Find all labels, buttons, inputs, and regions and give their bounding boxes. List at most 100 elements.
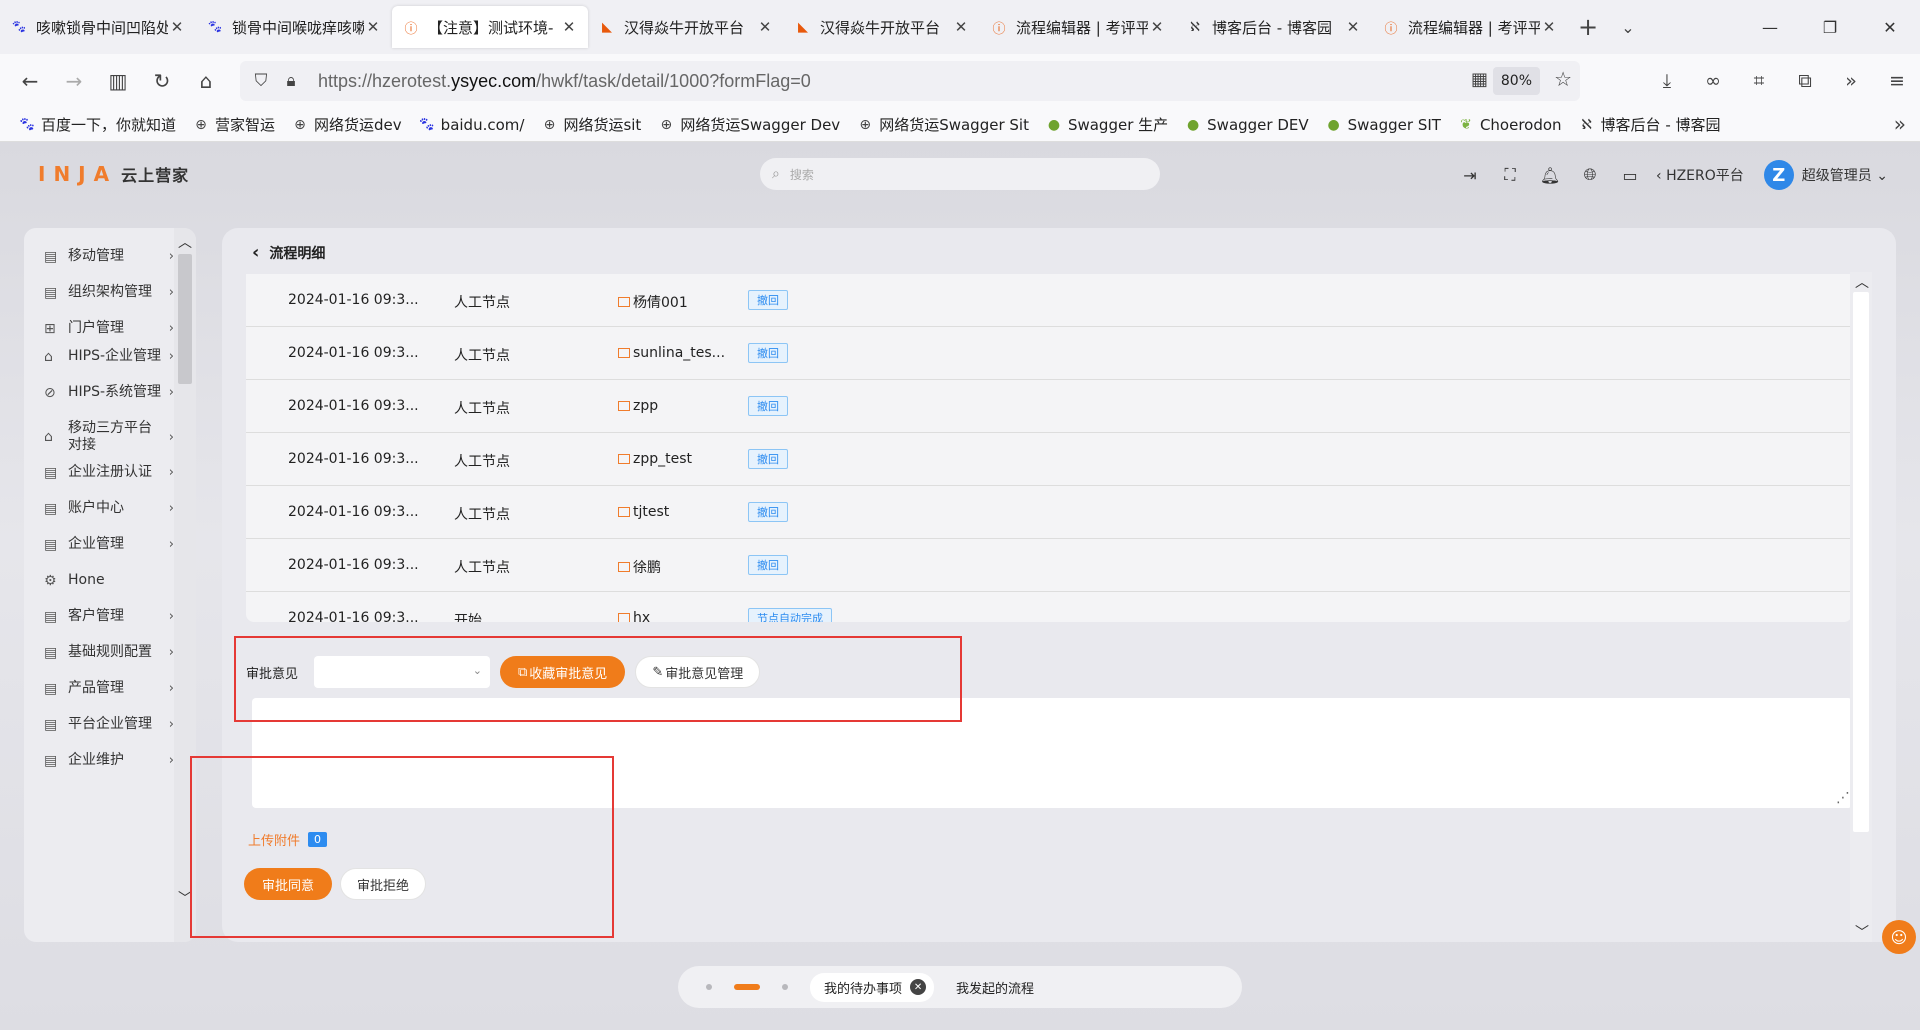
- close-tab-icon[interactable]: ✕: [560, 18, 578, 36]
- qr-code-icon[interactable]: ▦: [1471, 69, 1488, 90]
- page-dot[interactable]: [782, 984, 788, 990]
- extension-icon[interactable]: ⧉: [1782, 59, 1828, 103]
- sidebar-scroll-thumb[interactable]: [178, 254, 192, 384]
- menu-icon[interactable]: ≡: [1874, 59, 1920, 103]
- bookmark-item[interactable]: ● Swagger 生产: [1045, 114, 1168, 135]
- browser-tab[interactable]: ⓘ 流程编辑器 | 考评平 ✕: [1372, 6, 1568, 48]
- scroll-down-icon[interactable]: ﹀: [178, 888, 192, 908]
- user-menu[interactable]: 超级管理员 ⌄: [1802, 165, 1888, 185]
- language-globe-icon[interactable]: 🌐︎: [1570, 165, 1610, 185]
- browser-tab[interactable]: 🐾︎ 锁骨中间喉咙痒咳嗽 ✕: [196, 6, 392, 48]
- bookmark-item[interactable]: 🐾︎ 百度一下，你就知道: [18, 114, 176, 135]
- close-tab-icon[interactable]: ✕: [1148, 18, 1166, 36]
- home-icon[interactable]: ⌂: [184, 59, 228, 103]
- scroll-down-icon[interactable]: ﹀: [1855, 922, 1869, 942]
- sidebar-scrollbar[interactable]: ︿ ﹀: [174, 228, 196, 942]
- resize-grip-icon[interactable]: ⋰: [1836, 790, 1850, 806]
- tab-list-icon[interactable]: ⌄: [1608, 18, 1648, 37]
- approval-comment-textarea[interactable]: ⋰: [252, 698, 1852, 808]
- reload-icon[interactable]: ↻: [140, 59, 184, 103]
- close-icon[interactable]: ✕: [910, 979, 927, 995]
- content-scroll-thumb[interactable]: [1853, 292, 1869, 832]
- page-dot[interactable]: [706, 984, 712, 990]
- scroll-up-icon[interactable]: ︿: [178, 232, 192, 252]
- page-dot-active[interactable]: [734, 984, 760, 990]
- close-tab-icon[interactable]: ✕: [952, 18, 970, 36]
- bookmark-item[interactable]: ⊕ 网络货运dev: [291, 114, 402, 135]
- close-tab-icon[interactable]: ✕: [1540, 18, 1558, 36]
- bookmark-item[interactable]: ⊕ 网络货运Swagger Sit: [856, 114, 1029, 135]
- app-logo[interactable]: INJA 云上营家: [38, 162, 189, 186]
- sidebar-item[interactable]: ⚙ Hone: [44, 572, 174, 589]
- collect-opinion-button[interactable]: ⧉ 收藏审批意见: [500, 656, 626, 688]
- tab-my-started[interactable]: 我发起的流程: [956, 978, 1034, 997]
- sidebar-item[interactable]: ▤ 产品管理 ›: [44, 680, 174, 697]
- zoom-level[interactable]: 80%: [1492, 67, 1540, 95]
- upload-attachment[interactable]: 上传附件 0: [248, 830, 328, 849]
- browser-tab[interactable]: ⓘ 【注意】测试环境- ✕: [392, 6, 588, 48]
- sidebar-item[interactable]: ⊘ HIPS-系统管理 ›: [44, 384, 174, 401]
- forward-arrow-icon[interactable]: →: [52, 59, 96, 103]
- chat-assistant-icon[interactable]: ☺: [1882, 920, 1916, 954]
- avatar[interactable]: Z: [1763, 160, 1794, 190]
- browser-tab[interactable]: ◣ 汉得焱牛开放平台 ✕: [784, 6, 980, 48]
- browser-tab[interactable]: 🐾︎ 咳嗽锁骨中间凹陷处 ✕: [0, 6, 196, 48]
- more-bookmarks-icon[interactable]: »: [1894, 112, 1906, 136]
- back-arrow-icon[interactable]: ←: [8, 59, 52, 103]
- restore-icon[interactable]: ❐: [1800, 0, 1860, 54]
- sidebar-item[interactable]: ⊞ 门户管理 ›: [44, 320, 174, 337]
- url-bar[interactable]: ⛉ 🔒︎ https://hzerotest.ysyec.com/hwkf/ta…: [240, 61, 1580, 101]
- sidebar-item[interactable]: ▤ 企业维护 ›: [44, 752, 174, 769]
- approve-button[interactable]: 审批同意: [244, 868, 333, 900]
- browser-tab[interactable]: ◣ 汉得焱牛开放平台 ✕: [588, 6, 784, 48]
- bookmark-star-icon[interactable]: ☆: [1554, 67, 1572, 91]
- overflow-chevron-icon[interactable]: »: [1828, 59, 1874, 103]
- sidebar-item[interactable]: ▤ 移动管理 ›: [44, 248, 174, 265]
- back-chevron-icon[interactable]: ‹: [252, 242, 259, 263]
- bookmark-item[interactable]: ❦ Choerodon: [1457, 116, 1561, 134]
- fullscreen-icon[interactable]: ⛶: [1490, 165, 1530, 185]
- tab-my-todo[interactable]: 我的待办事项 ✕: [810, 972, 935, 1002]
- minimize-icon[interactable]: —: [1740, 0, 1800, 54]
- opinion-select[interactable]: ⌄: [314, 656, 490, 688]
- wallet-icon[interactable]: ▭: [1610, 166, 1650, 185]
- sidebar-item[interactable]: ⌂ HIPS-企业管理 ›: [44, 348, 174, 365]
- download-icon[interactable]: ⤓: [1644, 59, 1690, 103]
- sidebar-item[interactable]: ▤ 客户管理 ›: [44, 608, 174, 625]
- mask-icon[interactable]: ∞: [1690, 59, 1736, 103]
- browser-tab[interactable]: ⓘ 流程编辑器 | 考评平 ✕: [980, 6, 1176, 48]
- content-scrollbar[interactable]: ︿ ﹀: [1850, 272, 1872, 942]
- lock-icon[interactable]: 🔒︎: [276, 71, 306, 91]
- shield-icon[interactable]: ⛉: [246, 71, 276, 91]
- close-tab-icon[interactable]: ✕: [168, 18, 186, 36]
- sidebar-item[interactable]: ▤ 企业管理 ›: [44, 536, 174, 553]
- url-text[interactable]: https://hzerotest.ysyec.com/hwkf/task/de…: [318, 71, 811, 92]
- sidebar-item[interactable]: ▤ 平台企业管理 ›: [44, 716, 174, 733]
- sidebar-item[interactable]: ▤ 组织架构管理 ›: [44, 284, 174, 301]
- bookmark-item[interactable]: ⊕ 网络货运sit: [540, 114, 642, 135]
- bell-icon[interactable]: 🔔︎: [1530, 166, 1570, 185]
- manage-opinion-button[interactable]: ✎ 审批意见管理: [635, 656, 761, 688]
- scroll-up-icon[interactable]: ︿: [1855, 272, 1869, 292]
- sidebar-item[interactable]: ▤ 基础规则配置 ›: [44, 644, 174, 661]
- bookmark-item[interactable]: ● Swagger DEV: [1184, 116, 1309, 134]
- bookmark-item[interactable]: ⊕ 网络货运Swagger Dev: [657, 114, 840, 135]
- sidebar-item[interactable]: ▤ 企业注册认证 ›: [44, 464, 174, 481]
- bookmark-item[interactable]: ℵ 博客后台 - 博客园: [1578, 114, 1720, 135]
- new-tab-icon[interactable]: +: [1568, 13, 1608, 41]
- close-tab-icon[interactable]: ✕: [364, 18, 382, 36]
- logout-icon[interactable]: ⇥: [1450, 166, 1490, 185]
- reject-button[interactable]: 审批拒绝: [340, 868, 427, 900]
- close-tab-icon[interactable]: ✕: [756, 18, 774, 36]
- crop-icon[interactable]: ⌗: [1736, 59, 1782, 103]
- close-tab-icon[interactable]: ✕: [1344, 18, 1362, 36]
- sidebar-item[interactable]: ▤ 账户中心 ›: [44, 500, 174, 517]
- bookmark-item[interactable]: ● Swagger SIT: [1325, 116, 1441, 134]
- platform-switch[interactable]: ‹ HZERO平台: [1656, 165, 1744, 185]
- bookmark-item[interactable]: 🐾︎ baidu.com/: [418, 116, 525, 134]
- bookmark-item[interactable]: ⊕ 营家智运: [192, 114, 275, 135]
- upload-label[interactable]: 上传附件: [248, 830, 300, 849]
- global-search-input[interactable]: ⌕ 搜索: [760, 158, 1160, 190]
- sidebar-item[interactable]: ⌂ 移动三方平台对接 ›: [44, 420, 174, 454]
- close-window-icon[interactable]: ✕: [1860, 0, 1920, 54]
